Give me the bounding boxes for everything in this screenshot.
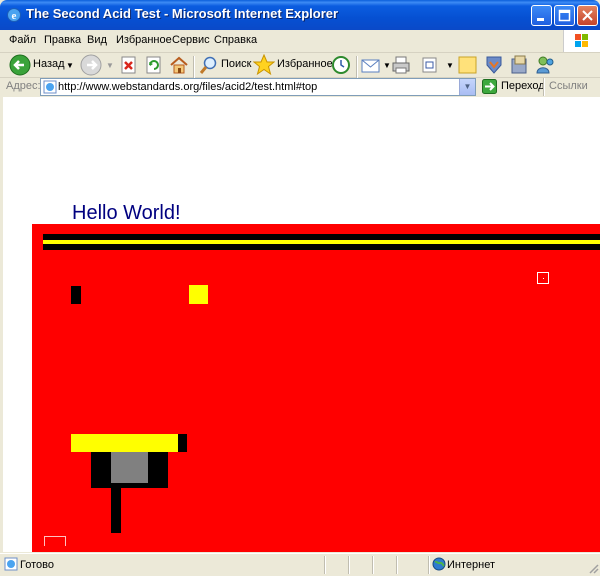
- address-bar: Адрес: http://www.webstandards.org/files…: [0, 78, 600, 96]
- print-icon[interactable]: [391, 55, 411, 75]
- minimize-icon: [537, 18, 544, 21]
- back-button[interactable]: Назад ▼: [6, 53, 74, 77]
- contacts-icon[interactable]: [535, 55, 557, 75]
- forward-button[interactable]: ▼: [80, 53, 116, 77]
- status-bar: Готово Интернет: [0, 553, 600, 576]
- address-url[interactable]: http://www.webstandards.org/files/acid2/…: [58, 81, 317, 93]
- status-divider: [348, 556, 350, 574]
- forward-arrow-icon: [80, 54, 102, 76]
- search-button[interactable]: Поиск: [199, 53, 252, 77]
- windows-flag-icon: [575, 34, 588, 47]
- status-divider: [396, 556, 398, 574]
- corner-square: [537, 272, 549, 284]
- discuss-icon[interactable]: [458, 56, 478, 74]
- bottom-marker: [44, 536, 66, 546]
- toolbar-separator: [356, 56, 358, 78]
- star-icon: [253, 54, 275, 76]
- left-eye: [71, 286, 81, 304]
- page-heading: Hello World!: [72, 202, 181, 224]
- minimize-button[interactable]: [531, 5, 552, 26]
- edit-word-icon[interactable]: [421, 56, 439, 74]
- back-dropdown-icon[interactable]: ▼: [66, 61, 74, 70]
- status-divider: [428, 556, 430, 574]
- status-divider: [324, 556, 326, 574]
- right-eye: [189, 285, 208, 304]
- dot: [543, 278, 544, 279]
- back-label: Назад: [33, 58, 65, 70]
- resize-grip-icon[interactable]: [587, 562, 599, 574]
- favorites-label: Избранное: [277, 58, 333, 70]
- search-label: Поиск: [221, 58, 252, 70]
- mail-dropdown-icon[interactable]: ▼: [383, 61, 391, 70]
- close-button[interactable]: [577, 5, 598, 26]
- standard-toolbar: Назад ▼ ▼ Поиск Избранное ▼ ▼: [0, 53, 600, 78]
- windows-logo: [563, 30, 600, 52]
- smile-left: [91, 452, 111, 488]
- smile-right: [148, 452, 168, 488]
- mail-icon[interactable]: [361, 56, 383, 74]
- address-dropdown-icon[interactable]: ▼: [459, 79, 475, 95]
- ie-icon: e: [7, 8, 21, 22]
- smile-top: [71, 434, 178, 452]
- address-separator: [543, 78, 545, 96]
- menu-favorites[interactable]: Избранное: [116, 34, 172, 46]
- go-label: Переход: [501, 80, 545, 92]
- history-icon[interactable]: [331, 55, 351, 75]
- maximize-icon: [558, 9, 571, 22]
- favorites-button[interactable]: Избранное: [253, 53, 333, 77]
- acid-face-box: [32, 224, 600, 552]
- maximize-button[interactable]: [554, 5, 575, 26]
- globe-icon: [432, 557, 446, 571]
- security-zone: Интернет: [447, 559, 495, 571]
- address-input[interactable]: http://www.webstandards.org/files/acid2/…: [40, 78, 476, 96]
- chin-stem: [111, 488, 121, 533]
- refresh-icon[interactable]: [145, 56, 163, 74]
- window-title: The Second Acid Test - Microsoft Interne…: [26, 6, 339, 21]
- edit-dropdown-icon[interactable]: ▼: [446, 61, 454, 70]
- close-icon: [582, 10, 593, 21]
- toolbar-separator: [193, 56, 195, 78]
- research-icon[interactable]: [510, 55, 530, 75]
- menu-tools[interactable]: Сервис: [172, 34, 210, 46]
- page-viewport[interactable]: Hello World!: [3, 97, 600, 552]
- menu-help[interactable]: Справка: [214, 34, 257, 46]
- svg-text:e: e: [12, 10, 17, 22]
- title-bar[interactable]: e The Second Acid Test - Microsoft Inter…: [0, 0, 600, 30]
- links-label[interactable]: Ссылки: [549, 80, 588, 92]
- status-divider: [372, 556, 374, 574]
- address-label: Адрес:: [6, 80, 41, 92]
- menu-view[interactable]: Вид: [87, 34, 107, 46]
- page-status-icon: [4, 557, 18, 571]
- menu-bar: Файл Правка Вид Избранное Сервис Справка: [0, 30, 600, 53]
- page-icon: [43, 80, 57, 94]
- menu-file[interactable]: Файл: [9, 34, 36, 46]
- go-arrow-icon: [482, 79, 497, 94]
- home-icon[interactable]: [169, 55, 189, 75]
- smile-edge: [178, 434, 187, 452]
- status-text: Готово: [20, 559, 54, 571]
- search-icon: [199, 56, 217, 74]
- back-arrow-icon: [9, 54, 31, 76]
- stop-icon[interactable]: [120, 56, 138, 74]
- hair-stripe: [43, 244, 600, 250]
- forward-dropdown-icon[interactable]: ▼: [106, 61, 114, 70]
- smile-middle: [111, 452, 148, 483]
- menu-edit[interactable]: Правка: [44, 34, 81, 46]
- messenger-icon[interactable]: [484, 54, 504, 76]
